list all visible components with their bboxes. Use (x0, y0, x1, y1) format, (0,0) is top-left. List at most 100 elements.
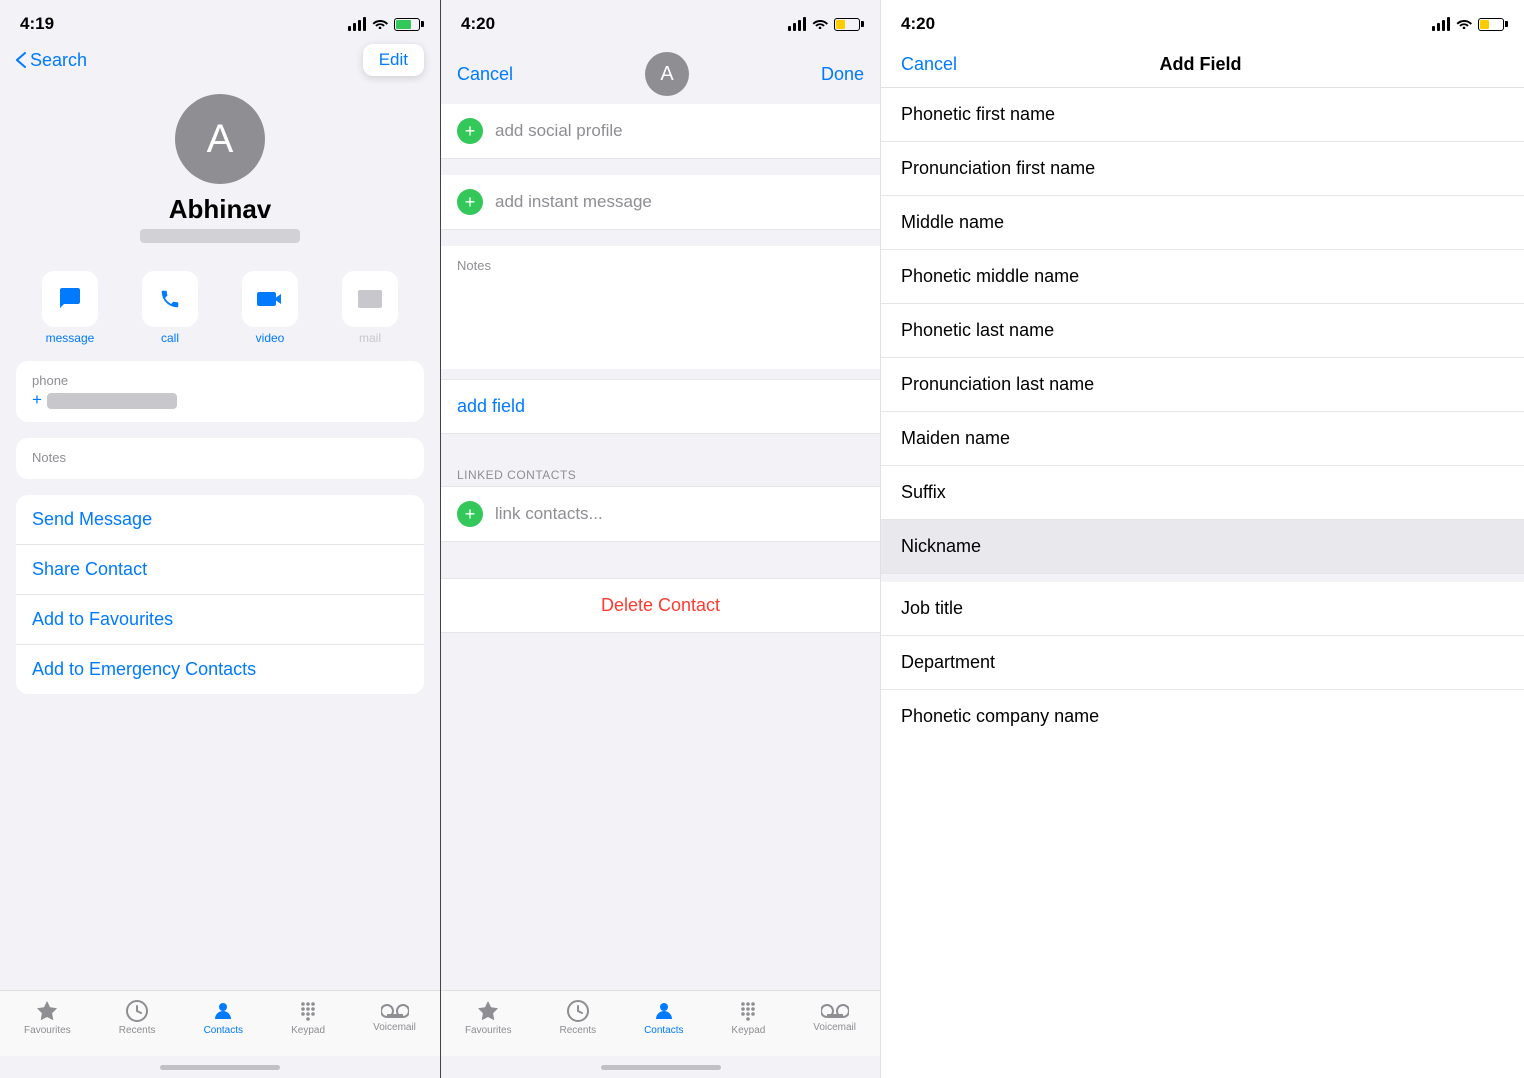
tab-recents[interactable]: Recents (119, 999, 156, 1036)
tab-keypad[interactable]: Keypad (291, 999, 325, 1036)
add-field-nav: Cancel Add Field (881, 40, 1524, 88)
edit-nav: Cancel A Done (441, 40, 880, 104)
edit-cancel-button[interactable]: Cancel (457, 64, 513, 85)
field-item-maiden-name[interactable]: Maiden name (881, 412, 1524, 466)
battery-icon (394, 18, 420, 31)
add-field-list: Phonetic first name Pronunciation first … (881, 88, 1524, 1078)
tab2-voicemail[interactable]: Voicemail (813, 1002, 856, 1033)
status-time-1: 4:19 (20, 14, 54, 34)
message-icon-btn (42, 271, 98, 327)
tab2-favourites-label: Favourites (465, 1025, 512, 1036)
back-button[interactable]: Search (16, 50, 87, 71)
status-bar-2: 4:20 (441, 0, 880, 40)
mail-icon-btn (342, 271, 398, 327)
field-item-pronunciation-first[interactable]: Pronunciation first name (881, 142, 1524, 196)
status-icons-3 (1432, 17, 1504, 32)
tab-favourites-label: Favourites (24, 1025, 71, 1036)
phone-section: phone + (16, 361, 424, 422)
notes-edit-block: Notes (441, 246, 880, 369)
mail-action-label: mail (359, 331, 381, 345)
link-contacts-row[interactable]: + link contacts... (441, 486, 880, 542)
panel-edit-view: 4:20 Cancel A Do (440, 0, 880, 1078)
contact-header: A Abhinav (0, 84, 440, 259)
contact-name: Abhinav (169, 194, 272, 225)
notes-section: Notes (16, 438, 424, 479)
share-contact-row[interactable]: Share Contact (16, 545, 424, 595)
video-action-label: video (256, 331, 285, 345)
delete-contact-row[interactable]: Delete Contact (441, 578, 880, 633)
phone-label: phone (32, 373, 408, 388)
signal-icon (348, 17, 366, 31)
add-emergency-row[interactable]: Add to Emergency Contacts (16, 645, 424, 694)
tab-favourites[interactable]: Favourites (24, 999, 71, 1036)
field-item-middle-name[interactable]: Middle name (881, 196, 1524, 250)
divider-1 (441, 159, 880, 175)
field-item-department[interactable]: Department (881, 636, 1524, 690)
send-message-row[interactable]: Send Message (16, 495, 424, 545)
field-item-job-title[interactable]: Job title (881, 582, 1524, 636)
tab2-keypad[interactable]: Keypad (731, 999, 765, 1036)
tab-recents-label: Recents (119, 1025, 156, 1036)
tab2-voicemail-label: Voicemail (813, 1022, 856, 1033)
tab-voicemail[interactable]: Voicemail (373, 1002, 416, 1033)
divider-2 (441, 230, 880, 246)
call-action[interactable]: call (142, 271, 198, 345)
tab2-contacts-label: Contacts (644, 1025, 683, 1036)
field-item-phonetic-first[interactable]: Phonetic first name (881, 88, 1524, 142)
avatar: A (175, 94, 265, 184)
add-instant-row[interactable]: + add instant message (441, 175, 880, 230)
notes-edit-label: Notes (457, 258, 864, 273)
field-item-phonetic-company[interactable]: Phonetic company name (881, 690, 1524, 743)
panel-contact-view: 4:19 Search E (0, 0, 440, 1078)
field-item-suffix[interactable]: Suffix (881, 466, 1524, 520)
mail-action: mail (342, 271, 398, 345)
tab-keypad-label: Keypad (291, 1025, 325, 1036)
video-icon-btn (242, 271, 298, 327)
call-icon-btn (142, 271, 198, 327)
signal-icon-3 (1432, 17, 1450, 31)
tab-bar-1: Favourites Recents Contacts Keypad Voice… (0, 990, 440, 1056)
share-contact-label: Share Contact (32, 559, 147, 579)
add-field-cancel-button[interactable]: Cancel (901, 54, 957, 75)
add-social-row[interactable]: + add social profile (441, 104, 880, 159)
contact-content: phone + Notes Send Message Share Cont (0, 361, 440, 990)
link-contacts-plus-icon: + (457, 501, 483, 527)
status-icons-1 (348, 17, 420, 32)
field-item-phonetic-last[interactable]: Phonetic last name (881, 304, 1524, 358)
status-time-3: 4:20 (901, 14, 935, 34)
notes-label: Notes (32, 450, 408, 465)
tab-contacts-label: Contacts (204, 1025, 243, 1036)
tab-voicemail-label: Voicemail (373, 1022, 416, 1033)
tab2-recents[interactable]: Recents (560, 999, 597, 1036)
contact-subtitle (140, 229, 300, 243)
status-bar-3: 4:20 (881, 0, 1524, 40)
add-field-row[interactable]: add field (441, 379, 880, 434)
field-item-pronunciation-last[interactable]: Pronunciation last name (881, 358, 1524, 412)
tab2-favourites[interactable]: Favourites (465, 999, 512, 1036)
add-instant-label: add instant message (495, 192, 652, 212)
signal-icon-2 (788, 17, 806, 31)
phone-value: + (32, 390, 408, 410)
call-action-label: call (161, 331, 179, 345)
link-contacts-label: link contacts... (495, 504, 603, 524)
edit-done-button[interactable]: Done (821, 64, 864, 85)
add-field-title: Add Field (1160, 54, 1242, 75)
tab2-contacts[interactable]: Contacts (644, 999, 683, 1036)
edit-button[interactable]: Edit (363, 44, 424, 76)
battery-icon-2 (834, 18, 860, 31)
field-item-nickname[interactable]: Nickname (881, 520, 1524, 574)
tab-contacts[interactable]: Contacts (204, 999, 243, 1036)
nav-bar-1: Search Edit (0, 40, 440, 84)
edit-content: + add social profile + add instant messa… (441, 104, 880, 990)
field-item-phonetic-middle[interactable]: Phonetic middle name (881, 250, 1524, 304)
add-favourites-row[interactable]: Add to Favourites (16, 595, 424, 645)
wifi-icon-2 (812, 17, 828, 32)
home-indicator-1 (0, 1056, 440, 1078)
links-section: Send Message Share Contact Add to Favour… (16, 495, 424, 694)
send-message-label: Send Message (32, 509, 152, 529)
add-favourites-label: Add to Favourites (32, 609, 173, 629)
video-action[interactable]: video (242, 271, 298, 345)
notes-edit-area[interactable] (457, 277, 864, 357)
message-action[interactable]: message (42, 271, 98, 345)
status-icons-2 (788, 17, 860, 32)
